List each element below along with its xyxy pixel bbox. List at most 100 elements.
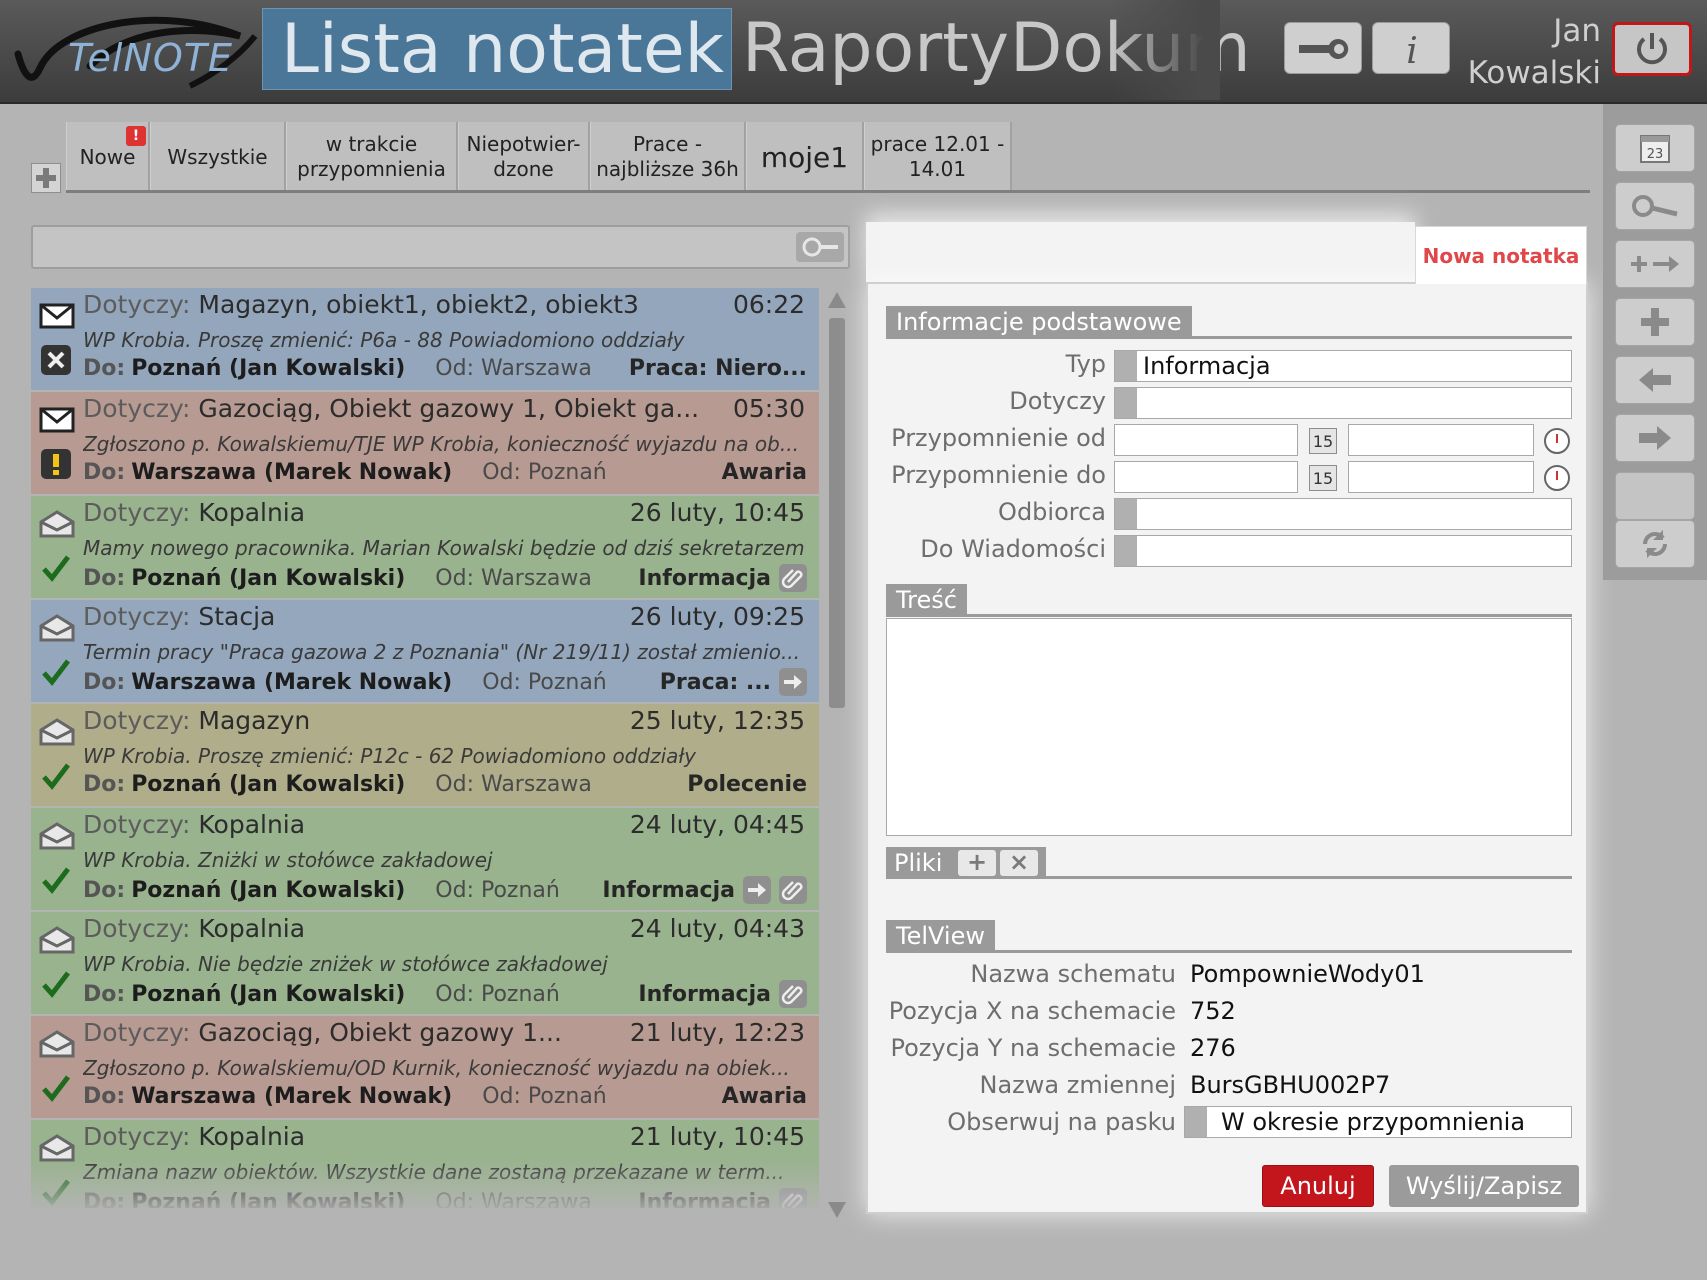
cc-field[interactable]: [1114, 535, 1572, 567]
picker-icon[interactable]: [1115, 388, 1137, 418]
send-save-button[interactable]: Wyślij/Zapisz: [1389, 1165, 1579, 1207]
remind-from-date-field[interactable]: [1114, 424, 1298, 456]
variable-name-label: Nazwa zmiennej: [979, 1071, 1177, 1099]
regarding-label: Dotyczy:: [83, 914, 191, 943]
refresh-button[interactable]: [1615, 520, 1695, 568]
observe-select[interactable]: W okresie przypomnienia: [1184, 1106, 1572, 1138]
envelope-unread-icon: [39, 302, 75, 330]
info-button[interactable]: i: [1372, 22, 1450, 74]
remind-from-time-field[interactable]: [1348, 424, 1534, 456]
note-row[interactable]: Dotyczy: Kopalnia 24 luty, 04:43 WP Krobia…: [31, 912, 819, 1014]
rejected-icon: [40, 344, 72, 376]
arrow-left-icon: [1639, 368, 1671, 392]
from-label: Od:: [435, 772, 474, 797]
note-subject: Magazyn, obiekt1, obiekt2, obiekt3: [198, 290, 639, 319]
top-bar: TelNOTE Lista notatek Raporty Dokum i Ja…: [0, 0, 1707, 104]
content-textarea[interactable]: [886, 618, 1572, 836]
note-row[interactable]: Dotyczy: Magazyn 25 luty, 12:35 WP Krobia.…: [31, 704, 819, 806]
picker-icon[interactable]: [1115, 499, 1137, 529]
filter-tab-unconfirmed[interactable]: Niepotwier-dzone: [458, 122, 590, 192]
note-row[interactable]: Dotyczy: Stacja 26 luty, 09:25 Termin prac…: [31, 600, 819, 702]
check-icon: [40, 656, 72, 688]
add-note-button[interactable]: [31, 163, 61, 193]
note-subject: Gazociąg, Obiekt gazowy 1...: [198, 1018, 562, 1047]
calendar-button[interactable]: 23: [1615, 124, 1695, 172]
attachment-icon[interactable]: [779, 876, 807, 904]
logout-button[interactable]: [1612, 22, 1692, 76]
note-footer: Do: Poznań (Jan Kowalski) Od: Poznań Inform…: [83, 980, 807, 1008]
add-button[interactable]: [1615, 298, 1695, 346]
scroll-down-icon[interactable]: [826, 1200, 848, 1220]
list-scrollbar[interactable]: [826, 288, 848, 1228]
note-regarding: Dotyczy: Kopalnia: [83, 810, 305, 839]
forward-icon[interactable]: [743, 876, 771, 904]
pos-x-label: Pozycja X na schemacie: [888, 997, 1176, 1025]
filter-tab-all[interactable]: Wszystkie: [150, 122, 286, 192]
nav-tab-notes-list[interactable]: Lista notatek: [262, 8, 732, 90]
refresh-icon: [1643, 530, 1667, 558]
scroll-thumb[interactable]: [829, 318, 845, 708]
add-file-button[interactable]: +: [958, 850, 996, 876]
note-subject: Kopalnia: [198, 498, 306, 527]
nav-overflow-fade: [1110, 0, 1220, 100]
recipient-label: Odbiorca: [998, 498, 1106, 526]
observe-value: W okresie przypomnienia: [1221, 1108, 1526, 1136]
note-time: 05:30: [732, 394, 805, 423]
regarding-field[interactable]: [1114, 387, 1572, 419]
forward-icon[interactable]: [779, 668, 807, 696]
note-row[interactable]: Dotyczy: Kopalnia 24 luty, 04:45 WP Krobia…: [31, 808, 819, 910]
note-sender: Od: Poznań: [482, 460, 607, 485]
note-text: WP Krobia. Nie będzie zniżek w stołówce …: [83, 952, 608, 976]
back-button[interactable]: [1615, 356, 1695, 404]
clock-icon[interactable]: [1544, 465, 1570, 491]
remind-to-date-field[interactable]: [1114, 461, 1298, 493]
filter-tab-works-36h[interactable]: Prace - najbliższe 36h: [590, 122, 746, 192]
note-footer: Do:Poznań (Jan Kowalski) Od: Warszawa Info…: [83, 564, 807, 592]
note-subject: Gazociąg, Obiekt gazowy 1, Obiekt ga...: [198, 394, 700, 423]
nav-tab-reports[interactable]: Raporty: [742, 8, 1009, 90]
search-toolbar-button[interactable]: [1615, 182, 1695, 230]
type-field[interactable]: Informacja: [1114, 350, 1572, 382]
files-label: Pliki: [894, 849, 943, 877]
note-time: 26 luty, 09:25: [629, 602, 805, 631]
calendar-icon[interactable]: 15: [1309, 428, 1337, 454]
recipient-field[interactable]: [1114, 498, 1572, 530]
calendar-icon[interactable]: 15: [1309, 465, 1337, 491]
note-row[interactable]: Dotyczy: Gazociąg, Obiekt gazowy 1, Obie…: [31, 392, 819, 494]
note-type: Praca: ...: [659, 669, 771, 695]
from-label: Od:: [435, 877, 474, 903]
filter-tab-new[interactable]: Nowe !: [66, 122, 150, 192]
note-row[interactable]: Dotyczy: Kopalnia 26 luty, 10:45 Mamy nowe…: [31, 496, 819, 598]
clock-icon[interactable]: [1544, 428, 1570, 454]
list-fade: [31, 1160, 831, 1220]
search-input[interactable]: [31, 225, 850, 269]
forward-button[interactable]: [1615, 414, 1695, 462]
logo-text: TelNOTE: [68, 36, 234, 80]
tab-new-note[interactable]: Nowa notatka: [1415, 226, 1587, 284]
picker-icon[interactable]: [1115, 536, 1137, 566]
note-regarding: Dotyczy: Kopalnia: [83, 914, 305, 943]
filter-tab-reminding[interactable]: w trakcie przypomnienia: [286, 122, 458, 192]
from-label: Od:: [482, 460, 521, 485]
blank-toolbar-button[interactable]: [1615, 472, 1695, 520]
filter-tab-works-range[interactable]: prace 12.01 - 14.01: [864, 122, 1012, 192]
note-row[interactable]: Dotyczy: Gazociąg, Obiekt gazowy 1... 21 …: [31, 1016, 819, 1118]
picker-icon[interactable]: [1115, 351, 1137, 381]
search-button[interactable]: [796, 232, 844, 262]
cancel-button[interactable]: Anuluj: [1262, 1165, 1374, 1207]
note-recipient: Warszawa (Marek Nowak): [131, 669, 453, 695]
scroll-up-icon[interactable]: [826, 290, 848, 310]
panel-header-area: [866, 222, 1415, 284]
note-row[interactable]: Dotyczy: Magazyn, obiekt1, obiekt2, obie…: [31, 288, 819, 390]
settings-button[interactable]: [1284, 22, 1362, 74]
attachment-icon[interactable]: [779, 980, 807, 1008]
remove-file-button[interactable]: ×: [1000, 850, 1038, 876]
note-time: 21 luty, 10:45: [629, 1122, 805, 1151]
attachment-icon[interactable]: [779, 564, 807, 592]
add-link-button[interactable]: [1615, 240, 1695, 288]
filter-tabs: Nowe ! Wszystkie w trakcie przypomnienia…: [66, 122, 1012, 192]
tab-divider: [66, 190, 1590, 193]
remind-to-time-field[interactable]: [1348, 461, 1534, 493]
picker-icon[interactable]: [1185, 1107, 1207, 1137]
filter-tab-moje1[interactable]: moje1: [746, 122, 864, 192]
